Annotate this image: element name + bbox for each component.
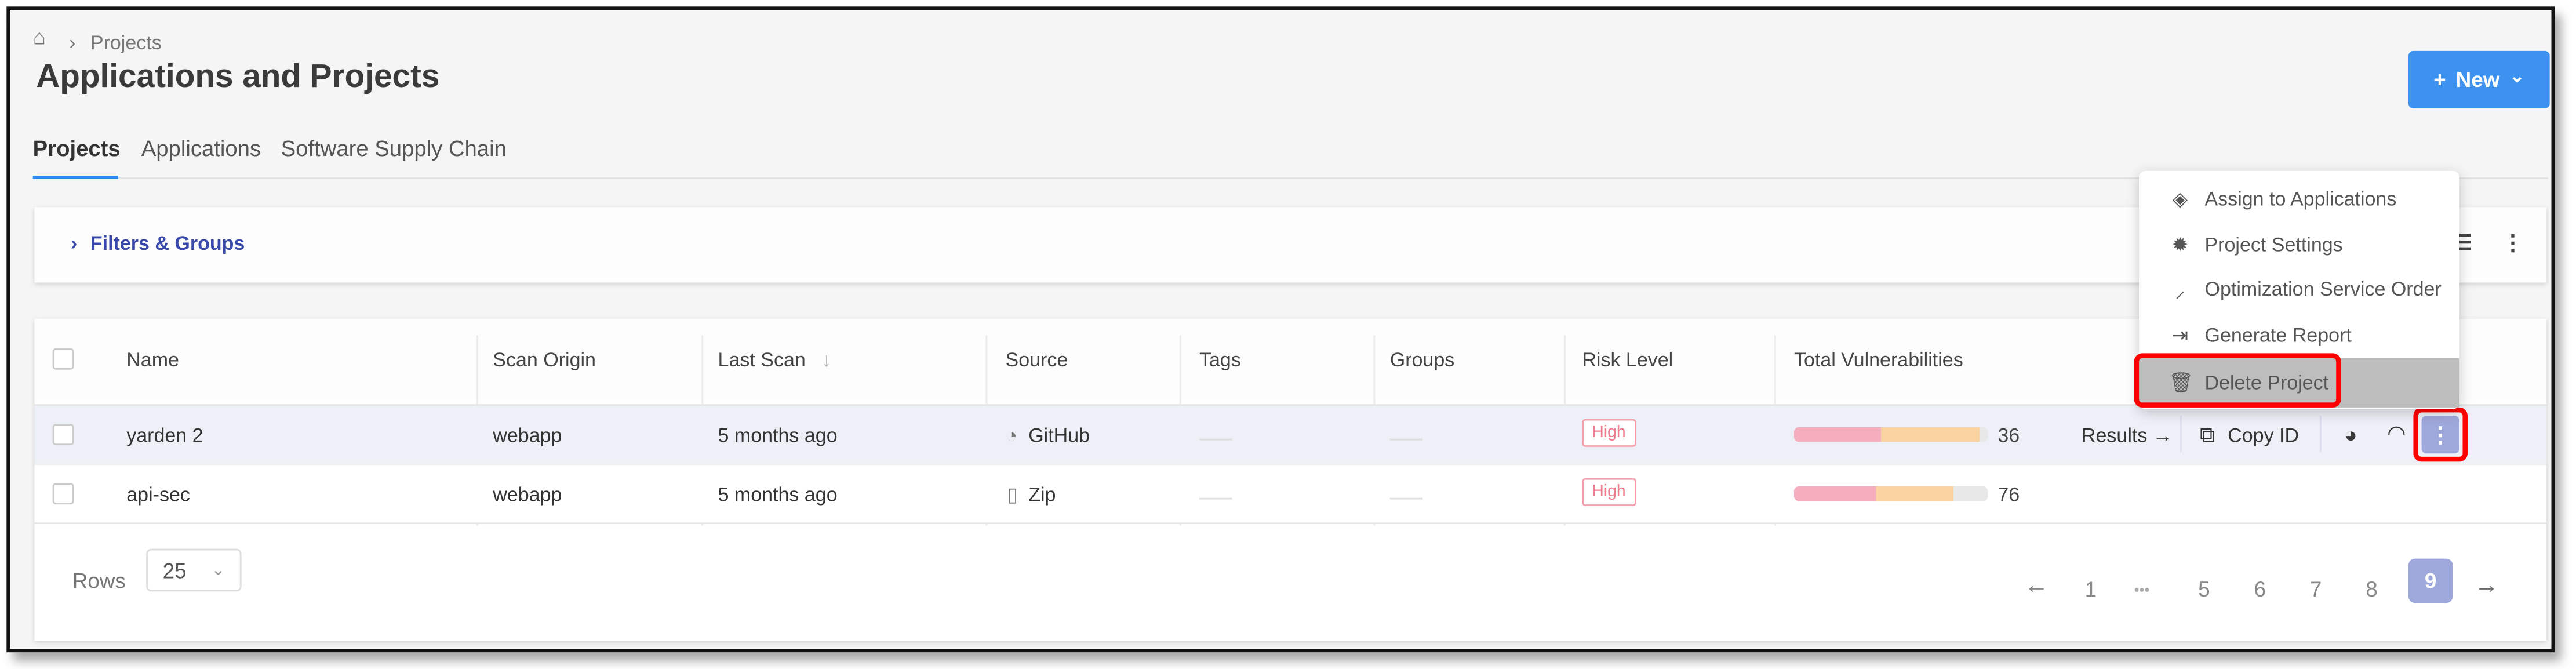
copy-icon[interactable]: ⧉: [2200, 422, 2215, 448]
table-row[interactable]: api-sec webapp 5 months ago ▯ Zip High 7…: [34, 463, 2547, 525]
zip-icon: ▯: [1007, 483, 1018, 506]
prev-page-button[interactable]: ←: [2024, 572, 2049, 599]
page-5[interactable]: 5: [2198, 577, 2210, 602]
table-row[interactable]: yarden 2 webapp 5 months ago ◔ GitHub Hi…: [34, 404, 2547, 464]
magic-wand-icon: ⸝: [2175, 278, 2185, 302]
new-button-label: New: [2455, 67, 2500, 92]
page-7[interactable]: 7: [2310, 577, 2322, 602]
scan-origin: webapp: [493, 483, 562, 506]
row-checkbox[interactable]: [52, 483, 74, 505]
filters-label: Filters & Groups: [90, 231, 245, 255]
col-source[interactable]: Source: [1006, 348, 1068, 372]
gear-icon: ✹: [2171, 233, 2189, 257]
copy-id-button[interactable]: Copy ID: [2228, 424, 2299, 447]
high-segment: [1793, 486, 1876, 501]
medium-segment: [1875, 486, 1953, 501]
chevron-down-icon: ⌄: [211, 561, 225, 580]
rows-label: Rows: [72, 568, 126, 594]
results-link[interactable]: Results →: [2082, 424, 2173, 447]
menu-item-assign-to-applications[interactable]: ◈ Assign to Applications: [2139, 176, 2459, 221]
layers-icon: ◈: [2172, 187, 2188, 210]
last-scan: 5 months ago: [718, 424, 838, 447]
menu-item-optimization-service-order[interactable]: ⸝ Optimization Service Order: [2139, 266, 2459, 312]
page-6[interactable]: 6: [2254, 577, 2266, 602]
col-name[interactable]: Name: [126, 348, 179, 372]
sort-down-icon[interactable]: ↓: [821, 348, 831, 372]
tags-empty: [1199, 497, 1232, 500]
scan-origin: webapp: [493, 424, 562, 447]
col-groups[interactable]: Groups: [1390, 348, 1455, 372]
menu-item-label: Optimization Service Order: [2204, 277, 2442, 301]
github-icon: ◔: [1005, 424, 1018, 447]
last-scan: 5 months ago: [718, 483, 838, 506]
page-ellipsis: •••: [2134, 581, 2150, 598]
risk-badge: High: [1582, 478, 1636, 506]
col-total-vulnerabilities[interactable]: Total Vulnerabilities: [1794, 348, 1963, 372]
vulnerability-bar: [1793, 427, 1988, 442]
page-1[interactable]: 1: [2085, 577, 2097, 602]
new-button[interactable]: + New ⌄: [2408, 50, 2550, 109]
chevron-right-icon: ›: [70, 231, 78, 255]
home-icon[interactable]: ⌂: [33, 25, 46, 50]
row-checkbox[interactable]: [52, 424, 74, 446]
page-8[interactable]: 8: [2366, 577, 2378, 602]
high-segment: [1793, 427, 1882, 442]
groups-empty: [1389, 497, 1423, 500]
active-tab-indicator: [32, 176, 119, 179]
filters-groups-toggle[interactable]: › Filters & Groups: [71, 232, 245, 255]
vulnerability-bar: [1793, 486, 1988, 501]
rows-per-page-select[interactable]: 25 ⌄: [146, 548, 242, 592]
tab-projects[interactable]: Projects: [33, 136, 121, 161]
col-tags[interactable]: Tags: [1199, 348, 1241, 372]
medium-segment: [1881, 427, 1980, 442]
highlight-outline: [2413, 407, 2468, 462]
more-options-icon[interactable]: ⋮: [2502, 230, 2523, 256]
source: Zip: [1028, 483, 1056, 506]
project-name[interactable]: api-sec: [126, 483, 190, 506]
menu-item-label: Assign to Applications: [2204, 187, 2397, 210]
col-scan-origin[interactable]: Scan Origin: [493, 348, 596, 372]
select-all-checkbox[interactable]: [52, 348, 74, 370]
highlight-outline: [2134, 353, 2341, 408]
groups-empty: [1389, 438, 1423, 441]
menu-item-project-settings[interactable]: ✹ Project Settings: [2139, 222, 2459, 268]
source: GitHub: [1028, 424, 1090, 447]
menu-item-generate-report[interactable]: ⇥ Generate Report: [2139, 312, 2459, 358]
breadcrumb-current: Projects: [90, 31, 162, 54]
app-window: ⌂ › Projects Applications and Projects +…: [6, 6, 2555, 653]
col-risk-level[interactable]: Risk Level: [1582, 348, 1673, 372]
total-count: 76: [1998, 483, 2020, 506]
page-title: Applications and Projects: [36, 59, 440, 96]
risk-badge: High: [1582, 419, 1636, 447]
plus-icon: +: [2433, 67, 2446, 92]
rows-value: 25: [162, 558, 187, 583]
col-last-scan[interactable]: Last Scan: [718, 348, 806, 372]
chevron-down-icon: ⌄: [2509, 67, 2525, 88]
menu-item-label: Project Settings: [2204, 233, 2343, 257]
project-name[interactable]: yarden 2: [126, 424, 203, 447]
total-count: 36: [1998, 424, 2020, 447]
menu-item-label: Generate Report: [2204, 323, 2352, 347]
tags-empty: [1199, 438, 1232, 441]
pie-chart-icon[interactable]: ◕: [2344, 422, 2357, 447]
tab-applications[interactable]: Applications: [141, 136, 261, 161]
next-page-button[interactable]: →: [2474, 572, 2499, 599]
tab-software-supply-chain[interactable]: Software Supply Chain: [281, 136, 507, 161]
fingerprint-icon[interactable]: ◠: [2387, 421, 2406, 447]
export-icon: ⇥: [2171, 323, 2189, 347]
breadcrumb-separator: ›: [69, 31, 76, 54]
page-9-current[interactable]: 9: [2408, 558, 2453, 603]
